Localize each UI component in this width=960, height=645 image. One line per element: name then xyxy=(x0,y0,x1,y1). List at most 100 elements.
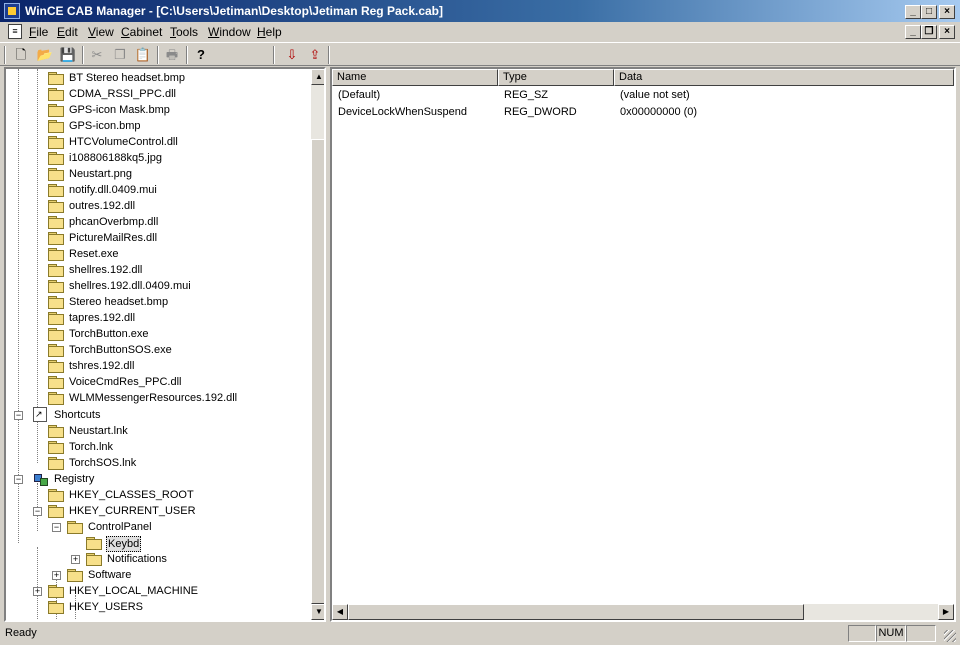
paste-button[interactable]: 📋 xyxy=(133,46,153,64)
column-header-data[interactable]: Data xyxy=(614,69,954,86)
open-folder-icon xyxy=(86,537,102,550)
close-button[interactable]: × xyxy=(939,5,955,19)
help-icon: ? xyxy=(197,47,205,62)
value-name: DeviceLockWhenSuspend xyxy=(338,106,468,118)
list-horizontal-scrollbar[interactable]: ◀ ▶ xyxy=(332,604,954,620)
cut-icon: ✂ xyxy=(91,47,103,62)
expand-icon[interactable]: + xyxy=(71,555,80,564)
folder-icon xyxy=(48,200,64,213)
expand-icon[interactable]: + xyxy=(33,587,42,596)
mdi-minimize-button[interactable]: _ xyxy=(905,25,921,39)
folder-icon xyxy=(67,521,83,534)
folder-icon xyxy=(48,392,64,405)
tree-vertical-scrollbar[interactable]: ▲ ▼ xyxy=(311,69,324,620)
folder-icon xyxy=(48,120,64,133)
tree-label: Neustart.lnk xyxy=(69,425,128,437)
cut-button[interactable]: ✂ xyxy=(87,46,107,64)
collapse-icon[interactable]: − xyxy=(52,523,61,532)
folder-icon xyxy=(48,505,64,518)
insert-button[interactable]: ⇪ xyxy=(305,46,325,64)
folder-icon xyxy=(48,104,64,117)
new-button[interactable]: 🗋 xyxy=(11,46,31,64)
menu-window[interactable]: Window xyxy=(208,25,251,39)
mdi-close-button[interactable]: × xyxy=(939,25,955,39)
menu-edit[interactable]: Edit xyxy=(57,25,78,39)
status-text: Ready xyxy=(5,627,37,639)
tree-label: TorchButtonSOS.exe xyxy=(69,344,172,356)
scroll-left-icon[interactable]: ◀ xyxy=(332,604,348,620)
mdi-restore-button[interactable]: ❐ xyxy=(921,25,937,39)
scroll-down-icon[interactable]: ▼ xyxy=(311,604,324,620)
collapse-icon[interactable]: − xyxy=(14,475,23,484)
copy-button[interactable]: ❐ xyxy=(110,46,130,64)
help-button[interactable]: ? xyxy=(191,46,211,64)
folder-icon xyxy=(48,425,64,438)
menu-cabinet[interactable]: Cabinet xyxy=(121,25,162,39)
scroll-thumb[interactable] xyxy=(348,604,804,620)
extract-button[interactable]: ⇩ xyxy=(282,46,302,64)
folder-icon xyxy=(48,168,64,181)
menu-tools[interactable]: Tools xyxy=(170,25,198,39)
folder-icon xyxy=(48,489,64,502)
menu-file[interactable]: File xyxy=(29,25,48,39)
status-num-panel: NUM xyxy=(876,625,906,642)
maximize-button[interactable]: □ xyxy=(921,5,937,19)
save-button[interactable]: 💾 xyxy=(58,46,78,64)
status-bar: Ready NUM xyxy=(0,624,960,645)
collapse-icon[interactable]: − xyxy=(14,411,23,420)
tree-label: HKEY_CLASSES_ROOT xyxy=(69,489,194,501)
print-button[interactable]: 🖶 xyxy=(162,46,182,64)
folder-icon xyxy=(48,376,64,389)
minimize-button[interactable]: _ xyxy=(905,5,921,19)
tree-label: Registry xyxy=(54,473,95,485)
resize-grip-icon[interactable] xyxy=(944,630,956,642)
tree-label: outres.192.dll xyxy=(69,200,136,212)
column-header-name[interactable]: Name xyxy=(332,69,498,86)
tree-label: notify.dll.0409.mui xyxy=(69,184,157,196)
copy-icon: ❐ xyxy=(114,47,126,62)
document-icon[interactable]: ≡ xyxy=(8,24,22,39)
app-icon[interactable] xyxy=(4,3,20,19)
tree-label: TorchSOS.lnk xyxy=(69,457,137,469)
folder-icon xyxy=(48,360,64,373)
value-data: (value not set) xyxy=(620,89,690,101)
scroll-thumb[interactable] xyxy=(311,139,324,604)
tree-label: Torch.lnk xyxy=(69,441,114,453)
menu-help[interactable]: Help xyxy=(257,25,282,39)
tree-label: HKEY_USERS xyxy=(69,601,143,613)
folder-icon xyxy=(48,232,64,245)
value-type: REG_DWORD xyxy=(504,106,577,118)
print-icon: 🖶 xyxy=(165,47,179,62)
scroll-right-icon[interactable]: ▶ xyxy=(938,604,954,620)
tree-label: Neustart.png xyxy=(69,168,132,180)
title-bar[interactable]: WinCE CAB Manager - [C:\Users\Jetiman\De… xyxy=(0,0,960,22)
tree-label: HKEY_CURRENT_USER xyxy=(69,505,196,517)
tree-label: Shortcuts xyxy=(54,409,101,421)
folder-icon xyxy=(48,264,64,277)
tree-label: Reset.exe xyxy=(69,248,119,260)
collapse-icon[interactable]: − xyxy=(33,507,42,516)
window-title: WinCE CAB Manager - [C:\Users\Jetiman\De… xyxy=(25,4,444,18)
value-data: 0x00000000 (0) xyxy=(620,106,698,118)
scroll-up-icon[interactable]: ▲ xyxy=(311,69,324,85)
folder-icon xyxy=(86,553,102,566)
column-header-type[interactable]: Type xyxy=(498,69,614,86)
open-folder-icon: 📂 xyxy=(36,47,54,62)
tree-label: BT Stereo headset.bmp xyxy=(69,72,185,84)
folder-icon xyxy=(48,601,64,614)
tree-label: HTCVolumeControl.dll xyxy=(69,136,178,148)
open-button[interactable]: 📂 xyxy=(35,46,55,64)
expand-icon[interactable]: + xyxy=(52,571,61,580)
tree-label: tshres.192.dll xyxy=(69,360,135,372)
value-name: (Default) xyxy=(338,89,381,101)
menu-view[interactable]: View xyxy=(88,25,114,39)
folder-icon xyxy=(48,72,64,85)
folder-icon xyxy=(48,184,64,197)
registry-values-list[interactable]: Name Type Data (Default) REG_SZ (value n… xyxy=(330,67,956,622)
folder-icon xyxy=(48,248,64,261)
cab-tree-view[interactable]: BT Stereo headset.bmp CDMA_RSSI_PPC.dll GP… xyxy=(4,67,326,622)
tree-label: Notifications xyxy=(107,553,167,565)
tree-label: Keybd xyxy=(106,536,142,552)
folder-icon xyxy=(48,344,64,357)
folder-icon xyxy=(48,457,64,470)
